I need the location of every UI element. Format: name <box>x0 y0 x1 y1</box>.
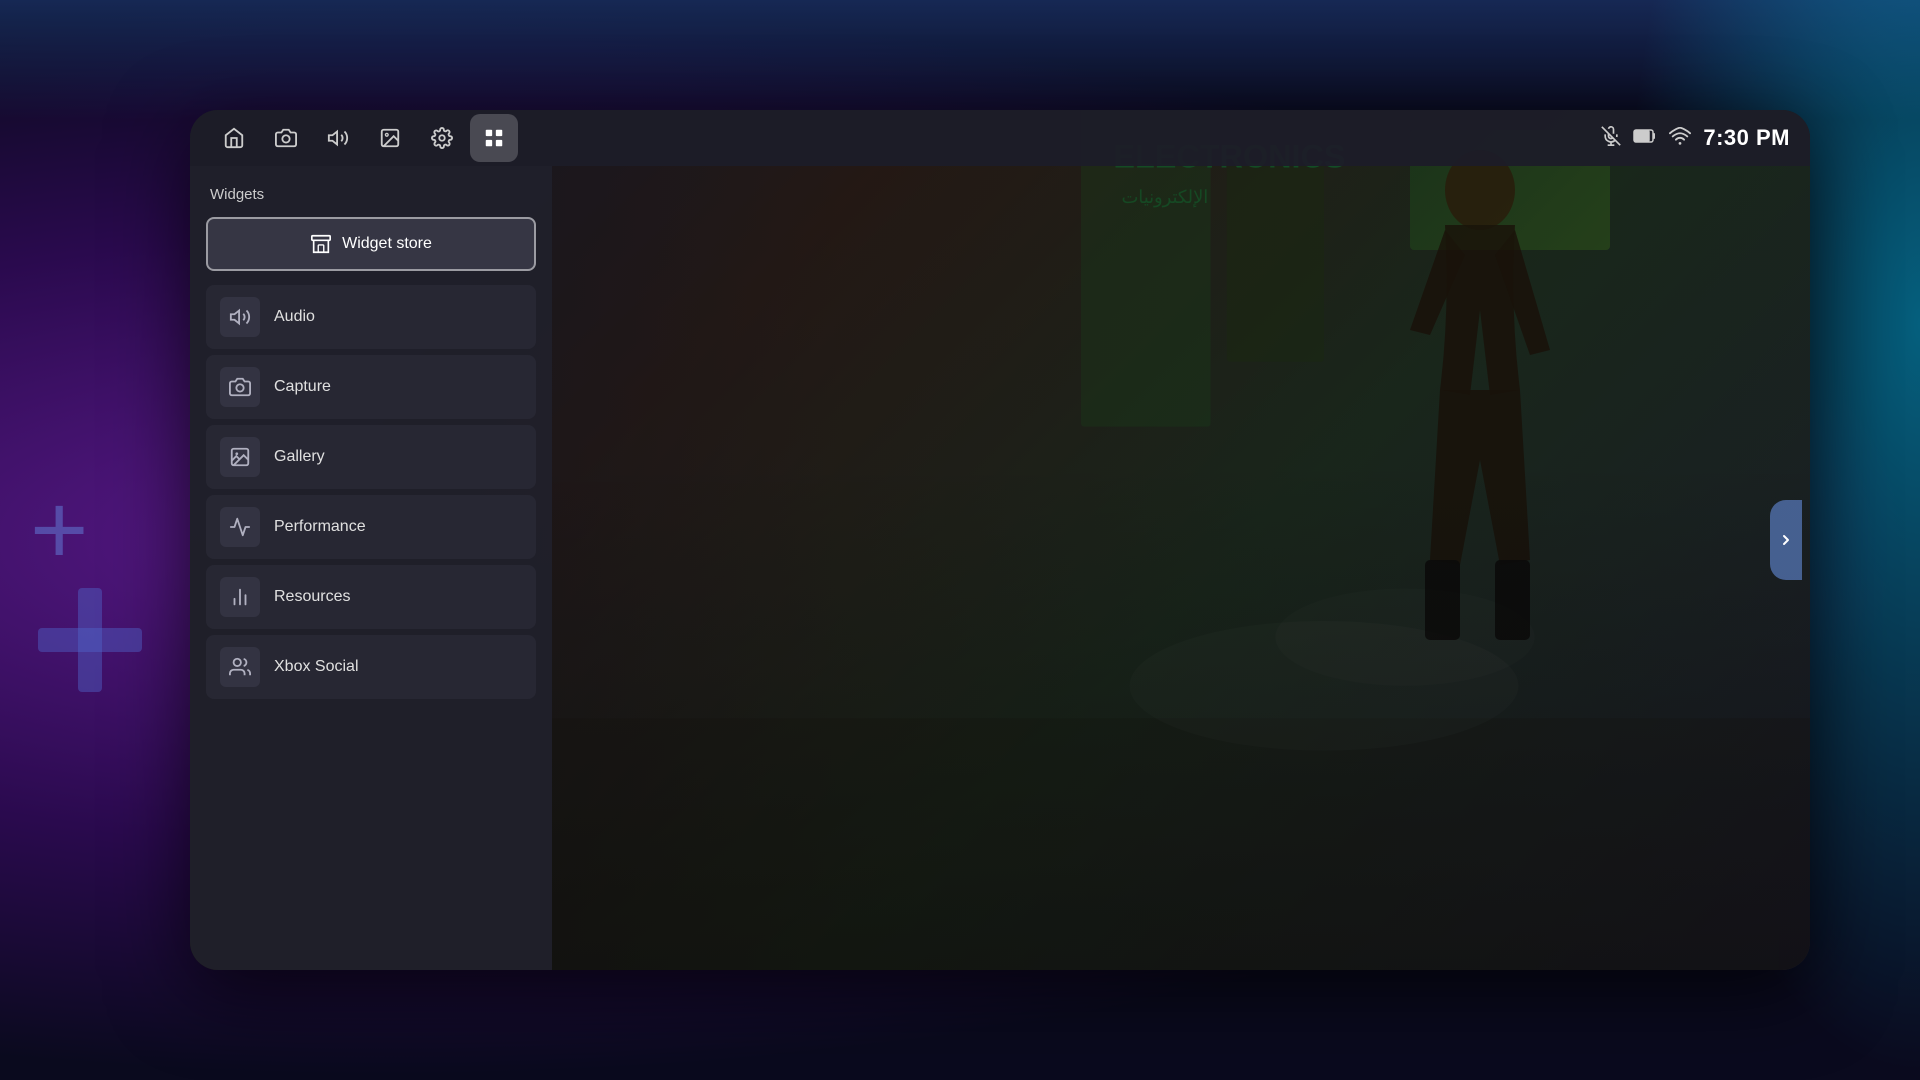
gallery-label: Gallery <box>274 448 325 466</box>
widget-item-performance[interactable]: Performance <box>206 495 536 559</box>
mic-muted-icon <box>1601 126 1621 151</box>
grid-icon <box>483 127 505 149</box>
battery-icon <box>1633 128 1657 149</box>
xbox-social-widget-icon <box>229 656 251 678</box>
right-scroll-indicator[interactable] <box>1770 500 1802 580</box>
xbox-social-label: Xbox Social <box>274 658 359 676</box>
wifi-icon <box>1669 127 1691 150</box>
status-bar: 7:30 PM <box>1601 125 1790 151</box>
audio-widget-icon <box>229 306 251 328</box>
widget-item-gallery[interactable]: Gallery <box>206 425 536 489</box>
nav-gallery-button[interactable] <box>366 114 414 162</box>
device-frame: ELECTRONICS الإلكترونيات <box>190 110 1810 970</box>
widget-store-label: Widget store <box>342 235 432 253</box>
plus-icon-decoration <box>30 480 150 600</box>
performance-label: Performance <box>274 518 366 536</box>
widget-item-audio[interactable]: Audio <box>206 285 536 349</box>
nav-settings-button[interactable] <box>418 114 466 162</box>
store-icon <box>310 233 332 255</box>
performance-icon-box <box>220 507 260 547</box>
resources-icon-box <box>220 577 260 617</box>
gear-icon <box>431 127 453 149</box>
plus-cross-icon <box>30 480 150 600</box>
widget-item-xbox-social[interactable]: Xbox Social <box>206 635 536 699</box>
gallery-icon <box>379 127 401 149</box>
performance-widget-icon <box>229 516 251 538</box>
resources-label: Resources <box>274 588 350 606</box>
audio-icon-box <box>220 297 260 337</box>
nav-audio-button[interactable] <box>314 114 362 162</box>
widgets-title: Widgets <box>206 186 536 203</box>
gallery-widget-icon <box>229 446 251 468</box>
audio-label: Audio <box>274 308 315 326</box>
capture-label: Capture <box>274 378 331 396</box>
nav-home-button[interactable] <box>210 114 258 162</box>
nav-widgets-button[interactable] <box>470 114 518 162</box>
capture-icon-box <box>220 367 260 407</box>
xbox-social-icon-box <box>220 647 260 687</box>
nav-capture-button[interactable] <box>262 114 310 162</box>
volume-icon <box>327 127 349 149</box>
svg-text:الإلكترونيات: الإلكترونيات <box>1122 187 1209 208</box>
widget-item-resources[interactable]: Resources <box>206 565 536 629</box>
home-icon <box>223 127 245 149</box>
widgets-panel: Widgets Widget store Audio <box>190 166 552 970</box>
widget-item-capture[interactable]: Capture <box>206 355 536 419</box>
top-nav-bar: 7:30 PM <box>190 110 1810 166</box>
widget-store-button[interactable]: Widget store <box>206 217 536 271</box>
clock-display: 7:30 PM <box>1703 125 1790 151</box>
gallery-icon-box <box>220 437 260 477</box>
capture-widget-icon <box>229 376 251 398</box>
resources-widget-icon <box>229 586 251 608</box>
camera-icon <box>275 127 297 149</box>
